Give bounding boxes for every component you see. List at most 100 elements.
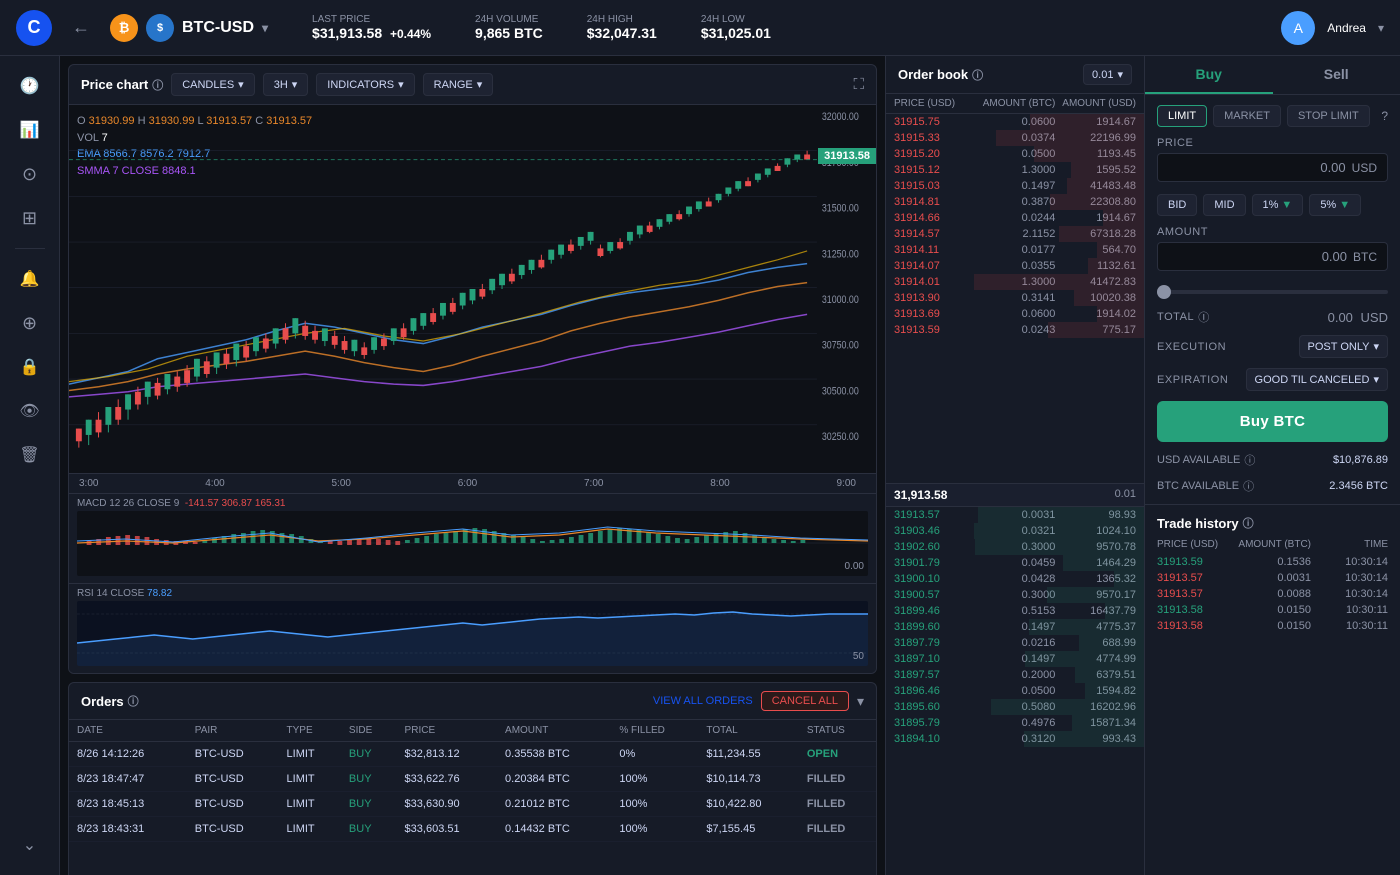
cancel-all-button[interactable]: CANCEL ALL xyxy=(761,691,849,711)
table-row[interactable]: 8/23 18:45:13 BTC-USD LIMIT BUY $33,630.… xyxy=(69,792,876,817)
usd-avail-info-icon[interactable]: ⓘ xyxy=(1244,452,1255,468)
amount-slider[interactable] xyxy=(1157,290,1388,294)
order-filled: 100% xyxy=(611,792,698,817)
sidebar-icon-grid[interactable]: ⊞ xyxy=(12,200,48,236)
tab-sell[interactable]: Sell xyxy=(1273,56,1400,94)
ob-ask-row[interactable]: 31913.90 0.3141 10020.38 xyxy=(886,290,1144,306)
back-button[interactable]: ← xyxy=(72,17,90,38)
pct1-button[interactable]: 1% ▼ xyxy=(1252,194,1304,216)
order-type-help-icon[interactable]: ? xyxy=(1381,109,1388,123)
btc-avail-info-icon[interactable]: ⓘ xyxy=(1243,478,1254,494)
ob-ask-row[interactable]: 31913.59 0.0243 775.17 xyxy=(886,322,1144,338)
ob-ask-row[interactable]: 31914.11 0.0177 564.70 xyxy=(886,242,1144,258)
table-row[interactable]: 8/23 18:47:47 BTC-USD LIMIT BUY $33,622.… xyxy=(69,767,876,792)
ob-ask-row[interactable]: 31915.03 0.1497 41483.48 xyxy=(886,178,1144,194)
sidebar-icon-chart[interactable]: 📊 xyxy=(12,112,48,148)
trading-pair[interactable]: ₿ $ BTC-USD ▾ xyxy=(110,14,268,42)
order-pair: BTC-USD xyxy=(187,817,279,842)
indicators-chevron-icon: ▾ xyxy=(398,78,404,91)
ob-ask-row[interactable]: 31913.69 0.0600 1914.02 xyxy=(886,306,1144,322)
expiration-select[interactable]: GOOD TIL CANCELED ▾ xyxy=(1246,368,1388,391)
mid-button[interactable]: MID xyxy=(1203,194,1245,216)
ob-bid-row[interactable]: 31900.57 0.3000 9570.17 xyxy=(886,587,1144,603)
bid-button[interactable]: BID xyxy=(1157,194,1197,216)
ob-bid-row[interactable]: 31897.79 0.0216 688.99 xyxy=(886,635,1144,651)
amount-input-wrapper[interactable]: BTC xyxy=(1157,242,1388,271)
sidebar-icon-tag[interactable]: ⊕ xyxy=(12,305,48,341)
ob-bid-row[interactable]: 31894.10 0.3120 993.43 xyxy=(886,731,1144,747)
ob-bid-row[interactable]: 31900.10 0.0428 1365.32 xyxy=(886,571,1144,587)
orders-info-icon[interactable]: ⓘ xyxy=(128,693,139,709)
order-status: FILLED xyxy=(799,817,876,842)
tab-buy[interactable]: Buy xyxy=(1145,56,1273,94)
svg-text:32000.00: 32000.00 xyxy=(822,111,859,123)
ob-ask-row[interactable]: 31914.66 0.0244 1914.67 xyxy=(886,210,1144,226)
order-type-market[interactable]: MARKET xyxy=(1213,105,1281,127)
price-input[interactable] xyxy=(1168,160,1346,175)
ob-bid-row[interactable]: 31899.60 0.1497 4775.37 xyxy=(886,619,1144,635)
fullscreen-button[interactable]: ⛶ xyxy=(853,76,864,93)
pct5-button[interactable]: 5% ▼ xyxy=(1309,194,1361,216)
ob-bid-row[interactable]: 31897.10 0.1497 4774.99 xyxy=(886,651,1144,667)
ob-ask-row[interactable]: 31915.20 0.0500 1193.45 xyxy=(886,146,1144,162)
sidebar-icon-expand[interactable]: ⌄ xyxy=(12,827,48,863)
ob-bid-row[interactable]: 31899.46 0.5153 16437.79 xyxy=(886,603,1144,619)
ob-bid-row[interactable]: 31903.46 0.0321 1024.10 xyxy=(886,523,1144,539)
orders-expand-icon[interactable]: ▾ xyxy=(857,693,864,710)
buy-btc-button[interactable]: Buy BTC xyxy=(1157,401,1388,442)
sidebar-icon-bell[interactable]: 🔔 xyxy=(12,261,48,297)
ob-ask-row[interactable]: 31914.81 0.3870 22308.80 xyxy=(886,194,1144,210)
ob-ask-row[interactable]: 31914.01 1.3000 41472.83 xyxy=(886,274,1144,290)
orderbook-info-icon[interactable]: ⓘ xyxy=(972,67,983,83)
ob-ask-row[interactable]: 31914.57 2.1152 67318.28 xyxy=(886,226,1144,242)
th-amount: 0.0031 xyxy=(1234,572,1311,584)
bid-total: 16202.96 xyxy=(1055,701,1136,713)
range-button[interactable]: RANGE ▾ xyxy=(423,73,494,96)
th-time: 10:30:14 xyxy=(1311,588,1388,600)
candles-button[interactable]: CANDLES ▾ xyxy=(171,73,255,96)
sidebar-icon-circle[interactable]: ⊙ xyxy=(12,156,48,192)
volume-ticker: 24H VOLUME 9,865 BTC xyxy=(475,14,543,41)
ob-bid-row[interactable]: 31902.60 0.3000 9570.78 xyxy=(886,539,1144,555)
ob-precision-selector[interactable]: 0.01 ▾ xyxy=(1083,64,1132,85)
bid-total: 688.99 xyxy=(1055,637,1136,649)
topbar: C ← ₿ $ BTC-USD ▾ LAST PRICE $31,913.58 … xyxy=(0,0,1400,56)
sidebar-icon-eye[interactable]: 👁 xyxy=(12,393,48,429)
bid-amount: 0.0321 xyxy=(975,525,1056,537)
ob-ask-row[interactable]: 31915.12 1.3000 1595.52 xyxy=(886,162,1144,178)
interval-button[interactable]: 3H ▾ xyxy=(263,73,309,96)
indicators-button[interactable]: INDICATORS ▾ xyxy=(316,73,414,96)
order-type-stop-limit[interactable]: STOP LIMIT xyxy=(1287,105,1370,127)
trade-history-title: Trade history ⓘ xyxy=(1157,515,1388,531)
bid-total: 4774.99 xyxy=(1055,653,1136,665)
ob-bid-row[interactable]: 31913.57 0.0031 98.93 xyxy=(886,507,1144,523)
table-row[interactable]: 8/26 14:12:26 BTC-USD LIMIT BUY $32,813.… xyxy=(69,742,876,767)
sidebar-icon-clock[interactable]: 🕐 xyxy=(12,68,48,104)
ob-ask-row[interactable]: 31914.07 0.0355 1132.61 xyxy=(886,258,1144,274)
order-type: LIMIT xyxy=(279,792,341,817)
view-all-orders-button[interactable]: VIEW ALL ORDERS xyxy=(653,695,753,707)
th-time: 10:30:11 xyxy=(1311,604,1388,616)
ob-bid-row[interactable]: 31901.79 0.0459 1464.29 xyxy=(886,555,1144,571)
high-ticker: 24H HIGH $32,047.31 xyxy=(587,14,657,41)
table-row[interactable]: 8/23 18:43:31 BTC-USD LIMIT BUY $33,603.… xyxy=(69,817,876,842)
ob-bid-row[interactable]: 31895.60 0.5080 16202.96 xyxy=(886,699,1144,715)
chart-info-icon[interactable]: ⓘ xyxy=(152,77,163,93)
trade-history-info-icon[interactable]: ⓘ xyxy=(1243,515,1254,531)
sidebar-icon-lock[interactable]: 🔒 xyxy=(12,349,48,385)
ob-bid-row[interactable]: 31896.46 0.0500 1594.82 xyxy=(886,683,1144,699)
price-input-wrapper[interactable]: USD xyxy=(1157,153,1388,182)
bid-amount: 0.4976 xyxy=(975,717,1056,729)
bid-amount: 0.0459 xyxy=(975,557,1056,569)
ob-ask-row[interactable]: 31915.33 0.0374 22196.99 xyxy=(886,130,1144,146)
sidebar-icon-trash[interactable]: 🗑 xyxy=(12,437,48,473)
range-chevron-icon: ▾ xyxy=(477,78,483,91)
total-info-icon[interactable]: ⓘ xyxy=(1198,309,1210,325)
amount-input[interactable] xyxy=(1168,249,1347,264)
th-price: 31913.57 xyxy=(1157,572,1234,584)
ob-ask-row[interactable]: 31915.75 0.0600 1914.67 xyxy=(886,114,1144,130)
order-type-limit[interactable]: LIMIT xyxy=(1157,105,1207,127)
ob-bid-row[interactable]: 31897.57 0.2000 6379.51 xyxy=(886,667,1144,683)
execution-select[interactable]: POST ONLY ▾ xyxy=(1299,335,1388,358)
ob-bid-row[interactable]: 31895.79 0.4976 15871.34 xyxy=(886,715,1144,731)
